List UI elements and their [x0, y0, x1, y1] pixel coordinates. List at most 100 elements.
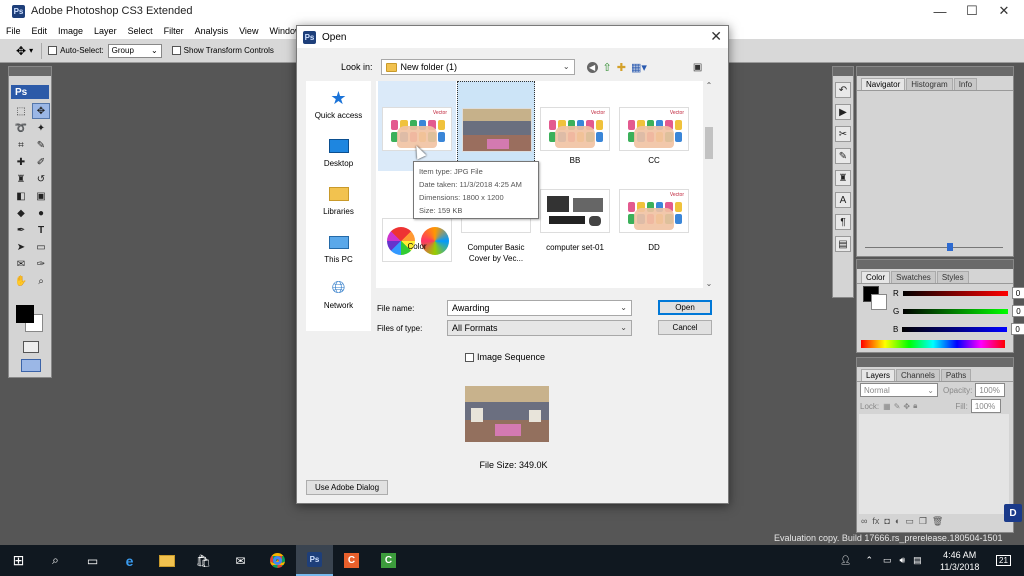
tab-color[interactable]: Color: [861, 271, 891, 283]
file-list-scrollbar[interactable]: ⌃ ⌄: [703, 81, 715, 288]
foreground-color-swatch-top[interactable]: [16, 305, 34, 323]
navigator-panel-header[interactable]: [857, 67, 1013, 76]
delete-layer-icon[interactable]: 🗑︎: [932, 516, 943, 527]
minimize-button[interactable]: —: [924, 0, 956, 22]
lock-all-icon[interactable]: 🔒︎: [913, 401, 917, 411]
file-item[interactable]: computer set-01: [536, 189, 614, 282]
blue-value-input[interactable]: 0: [1011, 323, 1024, 335]
clone-stamp-tool-icon[interactable]: ♜: [12, 171, 30, 187]
new-folder-icon[interactable]: ✚: [617, 61, 626, 74]
chrome-icon[interactable]: [259, 545, 296, 576]
path-selection-tool-icon[interactable]: ➤: [12, 239, 30, 255]
notes-tool-icon[interactable]: ✉: [12, 256, 30, 272]
auto-select-checkbox[interactable]: [48, 46, 58, 55]
show-hidden-icons-icon[interactable]: ⌃: [865, 555, 873, 566]
tab-info[interactable]: Info: [953, 78, 978, 90]
navigator-zoom-slider[interactable]: [865, 243, 1003, 251]
scroll-down-icon[interactable]: ⌄: [703, 279, 715, 288]
tool-preset-chevron-icon[interactable]: ▾: [29, 46, 33, 55]
marquee-tool-icon[interactable]: ⬚: [12, 103, 30, 119]
file-item[interactable]: Vector BB: [536, 81, 614, 171]
red-value-input[interactable]: 0: [1011, 287, 1024, 299]
menu-file[interactable]: File: [6, 26, 21, 36]
tab-paths[interactable]: Paths: [940, 369, 972, 381]
new-layer-icon[interactable]: ❐: [919, 516, 927, 527]
character-panel-icon[interactable]: A: [835, 192, 851, 208]
dialog-close-button[interactable]: ✕: [710, 28, 722, 45]
camtasia-icon[interactable]: C: [333, 545, 370, 576]
add-mask-icon[interactable]: ◘: [884, 516, 889, 527]
red-slider[interactable]: [902, 290, 1008, 296]
cancel-button[interactable]: Cancel: [658, 320, 712, 335]
action-center-icon[interactable]: 21: [996, 545, 1011, 576]
file-name-input[interactable]: Awarding ⌄: [447, 300, 632, 316]
show-transform-checkbox[interactable]: [171, 46, 181, 55]
dodge-tool-icon[interactable]: ●: [32, 205, 50, 221]
layer-style-icon[interactable]: fx: [872, 516, 879, 527]
clone-source-panel-icon[interactable]: ♜: [835, 170, 851, 186]
menu-filter[interactable]: Filter: [164, 26, 184, 36]
tab-layers[interactable]: Layers: [861, 369, 896, 381]
notification-badge-icon[interactable]: D: [1004, 504, 1022, 522]
eraser-tool-icon[interactable]: ◧: [12, 188, 30, 204]
clock[interactable]: 4:46 AM 11/3/2018: [940, 545, 979, 576]
link-layers-icon[interactable]: ∞: [861, 516, 867, 527]
layers-panel-header[interactable]: [857, 358, 1013, 367]
gradient-tool-icon[interactable]: ▣: [32, 188, 50, 204]
tools-panel-header[interactable]: [9, 67, 51, 76]
tab-swatches[interactable]: Swatches: [891, 271, 936, 283]
use-adobe-dialog-button[interactable]: Use Adobe Dialog: [306, 480, 388, 495]
menu-analysis[interactable]: Analysis: [195, 26, 229, 36]
slice-tool-icon[interactable]: ✎: [32, 137, 50, 153]
fill-input[interactable]: 100%: [970, 399, 1001, 413]
shape-tool-icon[interactable]: ▭: [32, 239, 50, 255]
eyedropper-tool-icon[interactable]: ✑: [32, 256, 50, 272]
back-icon[interactable]: ◀: [586, 61, 598, 73]
scroll-up-icon[interactable]: ⌃: [703, 81, 715, 93]
place-this-pc[interactable]: This PC: [306, 233, 371, 264]
tab-styles[interactable]: Styles: [936, 271, 969, 283]
green-value-input[interactable]: 0: [1012, 305, 1024, 317]
background-color-chip[interactable]: [871, 294, 887, 310]
image-sequence-checkbox[interactable]: [465, 352, 474, 362]
menu-layer[interactable]: Layer: [94, 26, 117, 36]
menu-view[interactable]: View: [239, 26, 258, 36]
task-view-icon[interactable]: ▭: [74, 545, 111, 576]
place-desktop[interactable]: Desktop: [306, 137, 371, 168]
healing-brush-tool-icon[interactable]: ✚: [12, 154, 30, 170]
magic-wand-tool-icon[interactable]: ✦: [32, 120, 50, 136]
tab-histogram[interactable]: Histogram: [906, 78, 953, 90]
quick-mask-icon[interactable]: [23, 341, 39, 353]
color-spectrum-bar[interactable]: [861, 340, 1005, 348]
look-in-dropdown[interactable]: New folder (1) ⌄: [380, 59, 575, 75]
adjustment-layer-icon[interactable]: ◐: [895, 516, 900, 527]
edge-browser-icon[interactable]: e: [111, 545, 148, 576]
blur-tool-icon[interactable]: ◆: [12, 205, 30, 221]
people-icon[interactable]: 👤︎: [840, 555, 851, 566]
mail-icon[interactable]: ✉: [222, 545, 259, 576]
lock-transparent-icon[interactable]: ▦: [883, 402, 891, 411]
file-explorer-icon[interactable]: [148, 545, 185, 576]
lock-paint-icon[interactable]: ✎: [894, 402, 901, 411]
up-one-level-icon[interactable]: ⇧: [603, 61, 612, 74]
zoom-tool-icon[interactable]: ⌕: [32, 273, 50, 289]
history-panel-icon[interactable]: ↶: [835, 82, 851, 98]
layer-comps-panel-icon[interactable]: ▤: [835, 236, 851, 252]
opacity-input[interactable]: 100%: [975, 383, 1006, 397]
move-tool-icon[interactable]: ✥: [32, 103, 50, 119]
files-of-type-dropdown[interactable]: All Formats ⌄: [447, 320, 632, 336]
place-network[interactable]: 🌐︎ Network: [306, 278, 371, 310]
view-menu-icon[interactable]: ▦▾: [631, 61, 647, 74]
menu-edit[interactable]: Edit: [32, 26, 48, 36]
close-app-button[interactable]: ✕: [988, 0, 1020, 22]
actions-panel-icon[interactable]: ▶: [835, 104, 851, 120]
photoshop-taskbar-icon[interactable]: Ps: [296, 545, 333, 576]
brush-tool-icon[interactable]: ✐: [32, 154, 50, 170]
camtasia-recorder-icon[interactable]: C: [370, 545, 407, 576]
search-icon[interactable]: ⌕: [37, 545, 74, 576]
color-panel-header[interactable]: [857, 260, 1013, 269]
file-item[interactable]: Vector CC: [615, 81, 693, 171]
blue-slider[interactable]: [902, 326, 1008, 332]
auto-select-dropdown[interactable]: Group ⌄: [107, 43, 162, 58]
zoom-slider-thumb[interactable]: [947, 243, 953, 251]
